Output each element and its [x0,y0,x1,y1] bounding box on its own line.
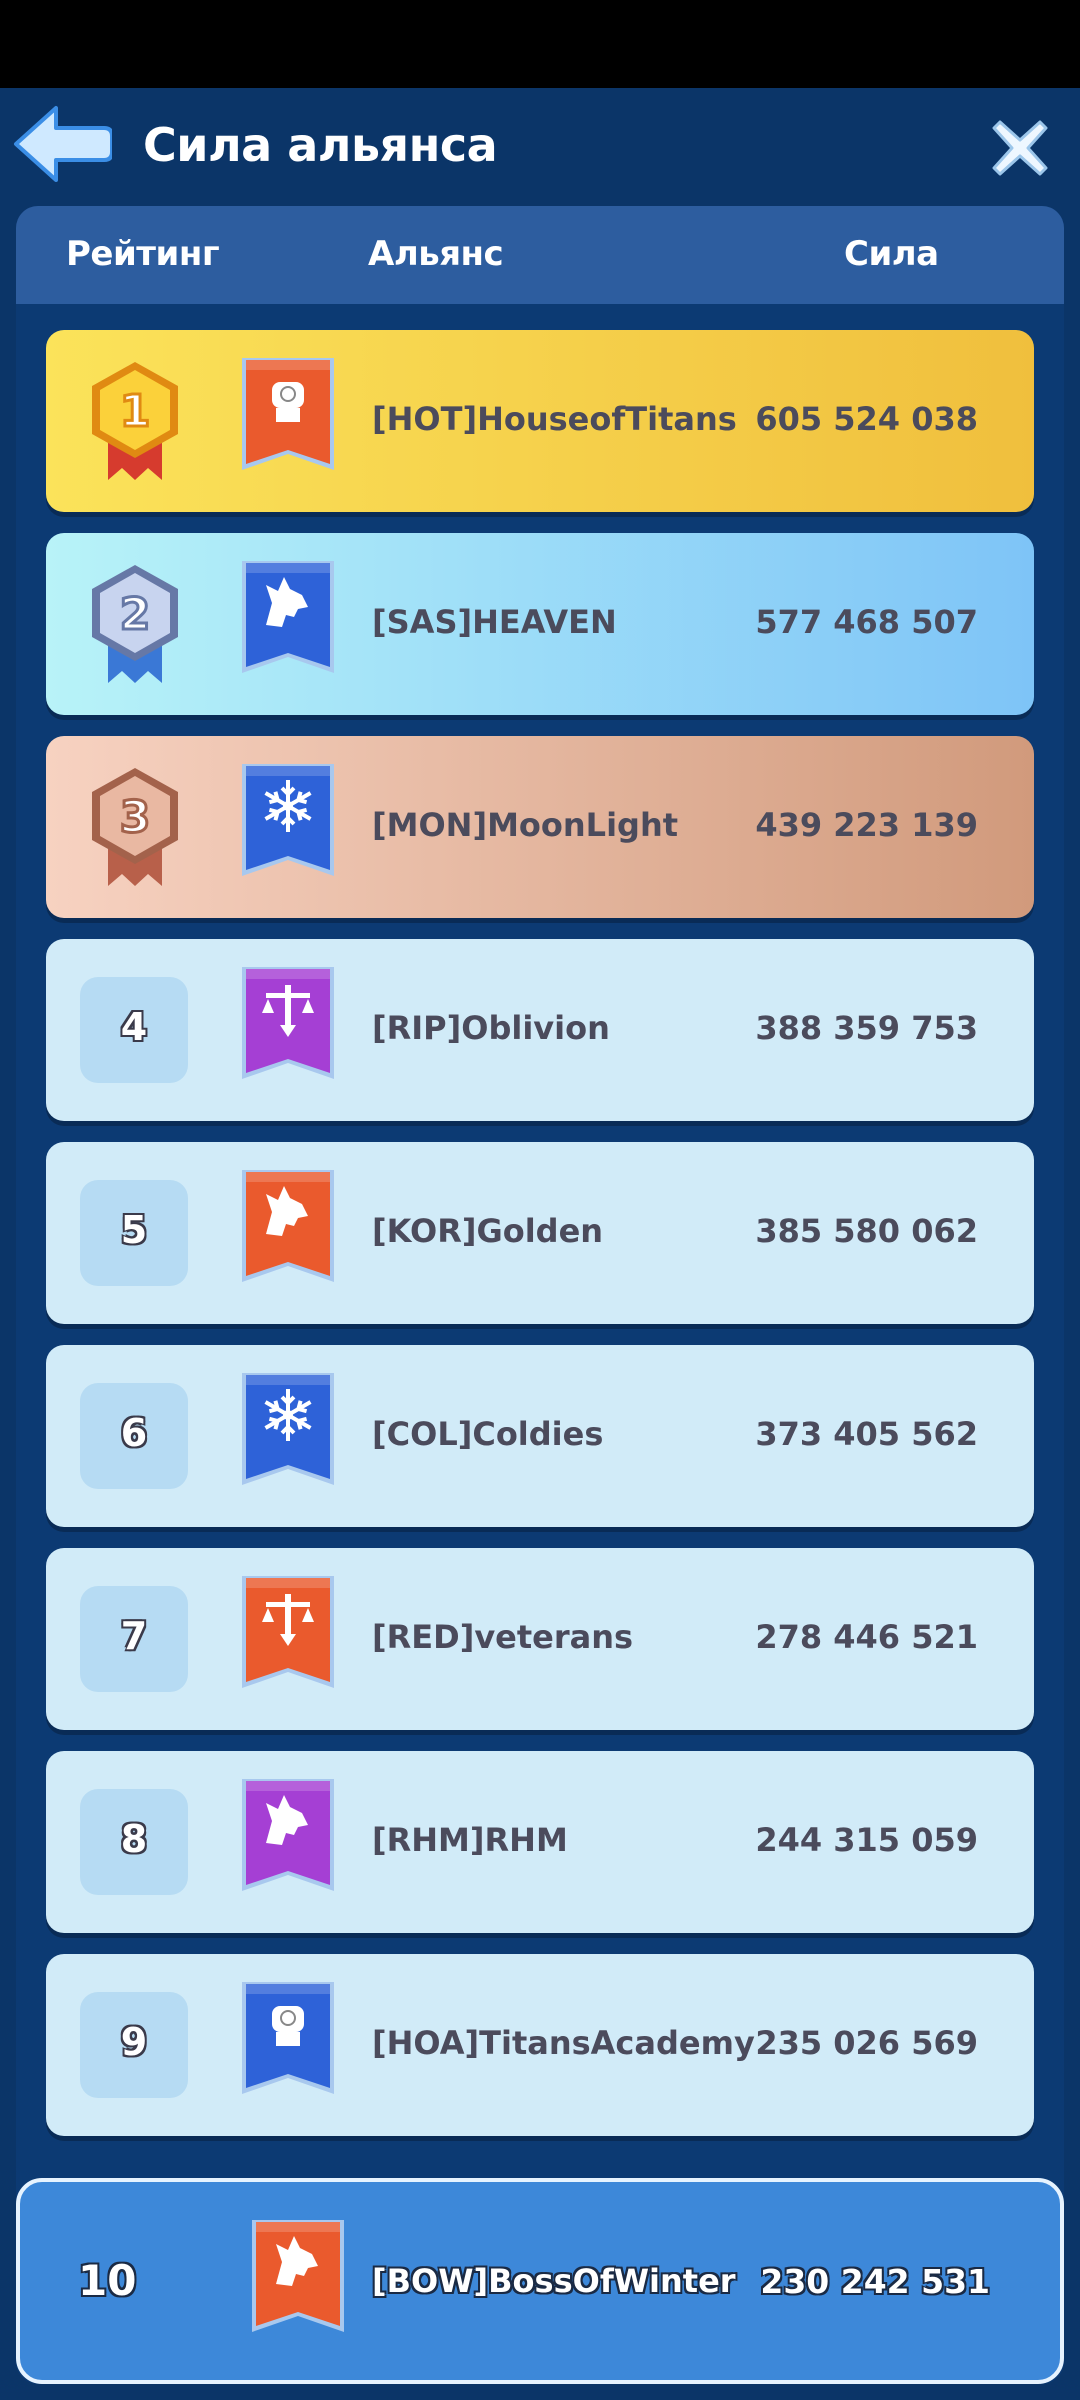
alliance-power: 235 026 569 [755,2024,978,2062]
rank-number: 7 [120,1614,148,1658]
page-title: Сила альянса [143,118,498,172]
alliance-banner-wolf-icon [236,1773,340,1907]
svg-text:2: 2 [120,589,151,640]
rank-badge: 9 [80,1992,188,2098]
ranking-row[interactable]: 4 [RIP]Oblivion 388 359 753 [46,939,1034,1121]
ranking-row[interactable]: 6 [COL]Coldies 373 405 562 [46,1345,1034,1527]
ranking-row[interactable]: 1 [HOT]HouseofTitans 605 524 038 [46,330,1034,512]
svg-text:1: 1 [120,386,151,437]
rank-badge: 7 [80,1586,188,1692]
column-rank-label: Рейтинг [66,234,220,274]
alliance-power: 577 468 507 [755,603,978,641]
close-icon [992,120,1048,176]
alliance-name: [HOT]HouseofTitans [372,400,737,438]
alliance-name: [RIP]Oblivion [372,1009,610,1047]
alliance-power: 388 359 753 [755,1009,978,1047]
ranking-row[interactable]: 3 [MON]MoonLight 439 223 139 [46,736,1034,918]
back-arrow-icon [14,106,114,182]
alliance-name: [MON]MoonLight [372,806,679,844]
alliance-power: 244 315 059 [755,1821,978,1859]
rank-number: 4 [120,1005,148,1049]
alliance-banner-wolf-icon [236,1164,340,1298]
rank-number: 5 [120,1208,148,1252]
alliance-name: [HOA]TitansAcademy [372,2024,755,2062]
rank-number: 8 [120,1817,148,1861]
my-alliance-row[interactable]: 10 [BOW]BossOfWinter 230 242 531 [16,2178,1064,2384]
column-alliance-label: Альянс [368,234,504,274]
status-bar [0,0,1080,88]
column-power-label: Сила [844,234,939,274]
ranking-row[interactable]: 7 [RED]veterans 278 446 521 [46,1548,1034,1730]
back-button[interactable] [12,102,114,186]
header: Сила альянса [0,88,1080,208]
close-button[interactable] [990,118,1050,178]
alliance-name: [RHM]RHM [372,1821,568,1859]
alliance-banner-scales-icon [236,961,340,1095]
my-alliance-rank: 10 [78,2256,137,2305]
alliance-name: [RED]veterans [372,1618,634,1656]
ranking-row[interactable]: 5 [KOR]Golden 385 580 062 [46,1142,1034,1324]
ranking-row[interactable]: 9 [HOA]TitansAcademy 235 026 569 [46,1954,1034,2136]
alliance-banner-snowflake-icon [236,1367,340,1501]
medal-gold-icon: 1 [80,356,190,482]
alliance-banner-fist-icon [236,1976,340,2110]
alliance-name: [SAS]HEAVEN [372,603,617,641]
rank-badge: 4 [80,977,188,1083]
alliance-name: [COL]Coldies [372,1415,604,1453]
column-header: Рейтинг Альянс Сила [16,206,1064,304]
rank-number: 9 [120,2020,148,2064]
alliance-banner-fist-icon [236,352,340,486]
medal-silver-icon: 2 [80,559,190,685]
alliance-power: 605 524 038 [755,400,978,438]
svg-text:3: 3 [120,792,151,843]
alliance-name: [KOR]Golden [372,1212,604,1250]
rank-badge: 8 [80,1789,188,1895]
alliance-power: 373 405 562 [755,1415,978,1453]
rank-number: 6 [120,1411,148,1455]
alliance-power: 278 446 521 [755,1618,978,1656]
alliance-power: 385 580 062 [755,1212,978,1250]
ranking-row[interactable]: 2 [SAS]HEAVEN 577 468 507 [46,533,1034,715]
my-alliance-name: [BOW]BossOfWinter [372,2262,736,2300]
rank-badge: 6 [80,1383,188,1489]
alliance-banner-snowflake-icon [236,758,340,892]
ranking-row[interactable]: 8 [RHM]RHM 244 315 059 [46,1751,1034,1933]
alliance-power: 439 223 139 [755,806,978,844]
alliance-banner [246,2214,350,2348]
rank-badge: 5 [80,1180,188,1286]
alliance-banner-wolf-icon [236,555,340,689]
alliance-banner-scales-icon [236,1570,340,1704]
my-alliance-power: 230 242 531 [760,2262,990,2301]
medal-bronze-icon: 3 [80,762,190,888]
